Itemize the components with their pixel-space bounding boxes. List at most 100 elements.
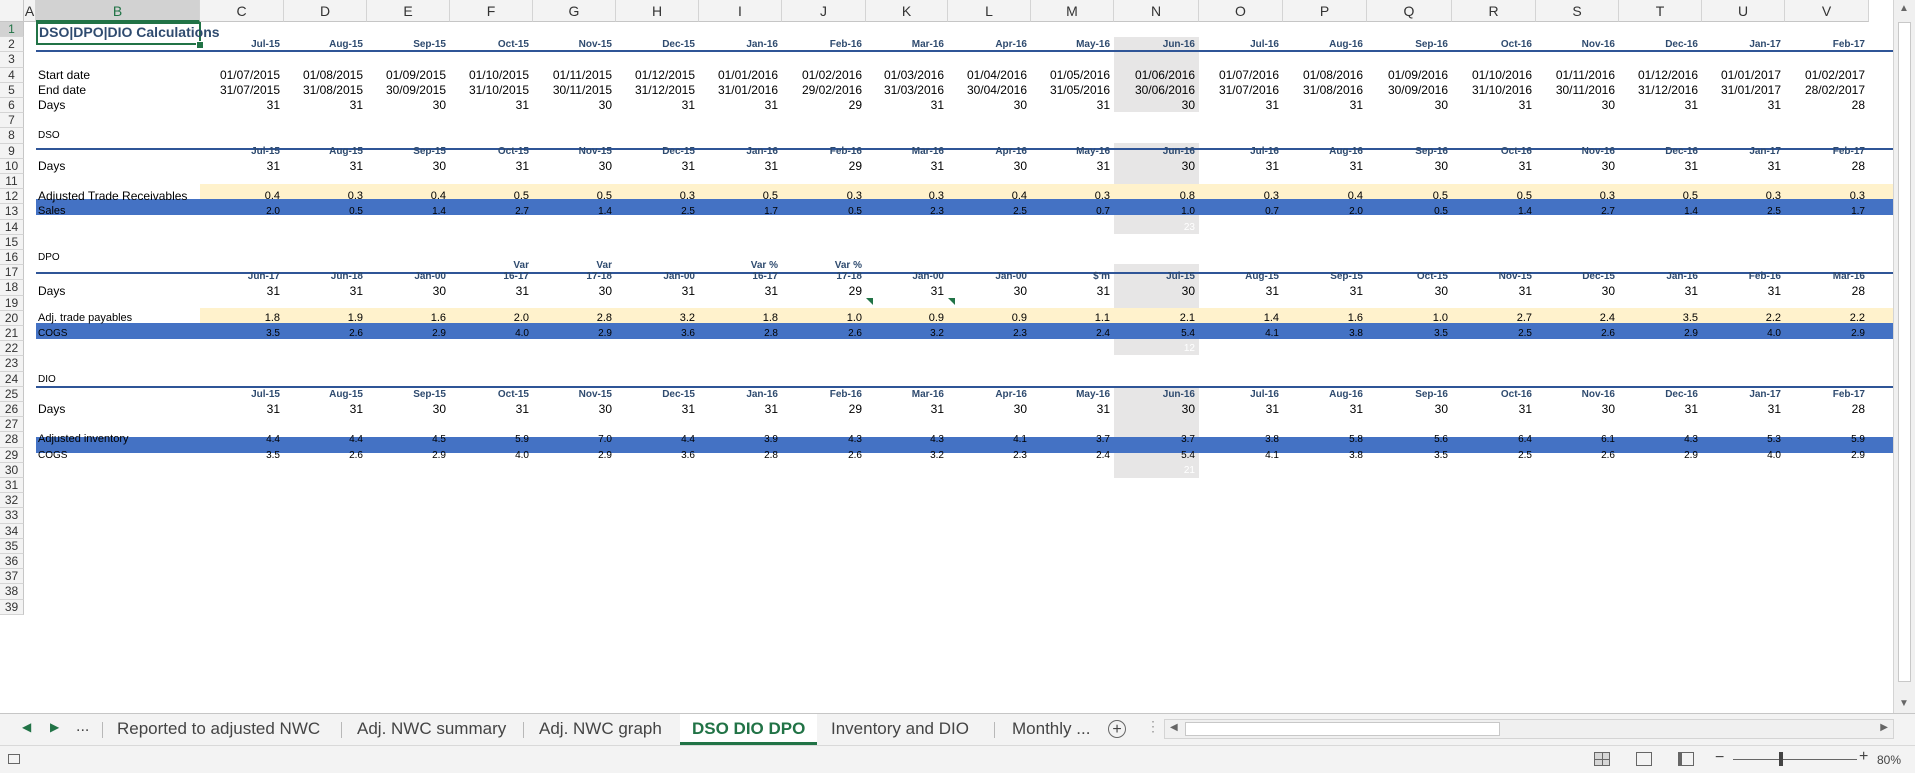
days-cell[interactable]: 31: [1283, 98, 1367, 113]
row-header-19[interactable]: 19: [0, 295, 24, 311]
month-header[interactable]: Nov-15: [533, 387, 616, 402]
cogs-cell[interactable]: 3.5: [200, 448, 284, 463]
month-header[interactable]: Sep-16: [1367, 387, 1452, 402]
tab-adj-nwc-graph[interactable]: Adj. NWC graph: [539, 714, 662, 745]
days-cell[interactable]: 30: [948, 159, 1031, 174]
dso-value[interactable]: 5: [450, 220, 533, 235]
cogs-cell[interactable]: 4.0: [450, 448, 533, 463]
sales-cell[interactable]: 2.3: [866, 204, 948, 219]
dso-value[interactable]: 20: [782, 220, 866, 235]
sales-cell[interactable]: 2.5: [948, 204, 1031, 219]
row-header-12[interactable]: 12: [0, 189, 24, 205]
days-cell[interactable]: 31: [1702, 402, 1785, 417]
month-header[interactable]: Jan-17: [1702, 37, 1785, 52]
cogs-cell[interactable]: 2.6: [284, 326, 367, 341]
cogs-cell[interactable]: 2.6: [1536, 326, 1619, 341]
dpo-value[interactable]: 27: [1536, 341, 1619, 356]
days-cell[interactable]: 31: [1199, 159, 1283, 174]
cogs-cell[interactable]: 2.6: [782, 326, 866, 341]
cogs-cell[interactable]: 2.4: [1031, 326, 1114, 341]
inventory-cell[interactable]: 4.3: [782, 432, 866, 447]
days-cell[interactable]: 31: [284, 402, 367, 417]
row-header-17[interactable]: 17: [0, 265, 24, 281]
dpo-header[interactable]: Jan-00: [866, 269, 948, 284]
days-cell[interactable]: 31: [699, 402, 782, 417]
row-header-14[interactable]: 14: [0, 219, 24, 235]
dso-value[interactable]: 6: [1283, 220, 1367, 235]
receivables-cell[interactable]: 0.3: [1031, 189, 1114, 204]
end-date-cell[interactable]: 30/11/2015: [533, 83, 616, 98]
sales-cell[interactable]: 0.7: [1199, 204, 1283, 219]
zoom-level[interactable]: 80%: [1877, 753, 1901, 767]
start-date-cell[interactable]: 01/04/2016: [948, 68, 1031, 83]
month-header[interactable]: Jan-17: [1702, 387, 1785, 402]
tab-dso-dio-dpo[interactable]: DSO DIO DPO: [680, 714, 818, 745]
column-header-q[interactable]: Q: [1367, 0, 1452, 22]
month-header[interactable]: Feb-16: [782, 387, 866, 402]
dpo-header[interactable]: Jan-00: [367, 269, 450, 284]
days-cell[interactable]: 31: [1199, 284, 1283, 299]
inventory-cell[interactable]: 5.9: [1785, 432, 1869, 447]
days-cell[interactable]: 28: [1785, 98, 1869, 113]
end-date-cell[interactable]: 31/07/2016: [1199, 83, 1283, 98]
month-header[interactable]: Jul-16: [1199, 387, 1283, 402]
payables-cell[interactable]: 2.1: [1114, 311, 1199, 326]
column-header-c[interactable]: C: [200, 0, 284, 22]
days-cell[interactable]: 31: [1199, 98, 1283, 113]
month-header[interactable]: Dec-15: [616, 144, 699, 159]
row-header-27[interactable]: 27: [0, 417, 24, 433]
payables-cell[interactable]: 1.0: [1367, 311, 1452, 326]
month-header[interactable]: Jun-16: [1114, 387, 1199, 402]
month-header[interactable]: Jul-15: [200, 144, 284, 159]
days-cell[interactable]: 31: [1702, 159, 1785, 174]
column-header-g[interactable]: G: [533, 0, 616, 22]
month-header[interactable]: Dec-16: [1619, 387, 1702, 402]
row-header-21[interactable]: 21: [0, 326, 24, 342]
row-header-37[interactable]: 37: [0, 569, 24, 585]
month-header[interactable]: May-16: [1031, 37, 1114, 52]
row-header-38[interactable]: 38: [0, 584, 24, 600]
dpo-header[interactable]: Jun-17: [200, 269, 284, 284]
days-cell[interactable]: 31: [1452, 402, 1536, 417]
days-cell[interactable]: 31: [1619, 402, 1702, 417]
days-cell[interactable]: 31: [450, 402, 533, 417]
cogs-cell[interactable]: 4.1: [1199, 448, 1283, 463]
month-header[interactable]: Jul-16: [1199, 144, 1283, 159]
cogs-cell[interactable]: 2.9: [533, 448, 616, 463]
macro-record-icon[interactable]: [8, 754, 20, 764]
inventory-cell[interactable]: 4.4: [200, 432, 284, 447]
end-date-cell[interactable]: 31/01/2016: [699, 83, 782, 98]
next-sheet-icon[interactable]: ▶: [50, 720, 59, 734]
days-cell[interactable]: 31: [200, 98, 284, 113]
month-header[interactable]: Sep-15: [367, 387, 450, 402]
zoom-slider-track[interactable]: [1733, 759, 1857, 760]
row-header-36[interactable]: 36: [0, 554, 24, 570]
month-header[interactable]: Jan-16: [699, 37, 782, 52]
row-header-16[interactable]: 16: [0, 250, 24, 266]
normal-view-icon[interactable]: [1594, 752, 1610, 766]
inventory-cell[interactable]: 3.9: [699, 432, 782, 447]
row-header-31[interactable]: 31: [0, 478, 24, 494]
dpo-header[interactable]: 16-17: [450, 269, 533, 284]
tab-adj-nwc-summary[interactable]: Adj. NWC summary: [357, 714, 506, 745]
dpo-header[interactable]: Aug-15: [1199, 269, 1283, 284]
sales-cell[interactable]: 1.4: [1452, 204, 1536, 219]
column-header-e[interactable]: E: [367, 0, 450, 22]
dio-value[interactable]: 51: [450, 463, 533, 478]
month-header[interactable]: Dec-15: [616, 387, 699, 402]
dio-value[interactable]: 21: [1114, 463, 1199, 478]
receivables-cell[interactable]: 0.4: [367, 189, 450, 204]
tab-monthly[interactable]: Monthly ...: [1012, 714, 1090, 745]
month-header[interactable]: Jul-16: [1199, 37, 1283, 52]
sales-cell[interactable]: 2.0: [200, 204, 284, 219]
scroll-down-icon[interactable]: ▼: [1899, 698, 1909, 709]
end-date-cell[interactable]: 31/01/2017: [1702, 83, 1785, 98]
inventory-cell[interactable]: 3.7: [1114, 432, 1199, 447]
row-header-20[interactable]: 20: [0, 310, 24, 326]
dpo-value[interactable]: 20: [699, 341, 782, 356]
month-header[interactable]: Nov-16: [1536, 387, 1619, 402]
receivables-cell[interactable]: 0.5: [1619, 189, 1702, 204]
end-date-cell[interactable]: 31/10/2015: [450, 83, 533, 98]
row-header-23[interactable]: 23: [0, 356, 24, 372]
receivables-cell[interactable]: 0.4: [200, 189, 284, 204]
